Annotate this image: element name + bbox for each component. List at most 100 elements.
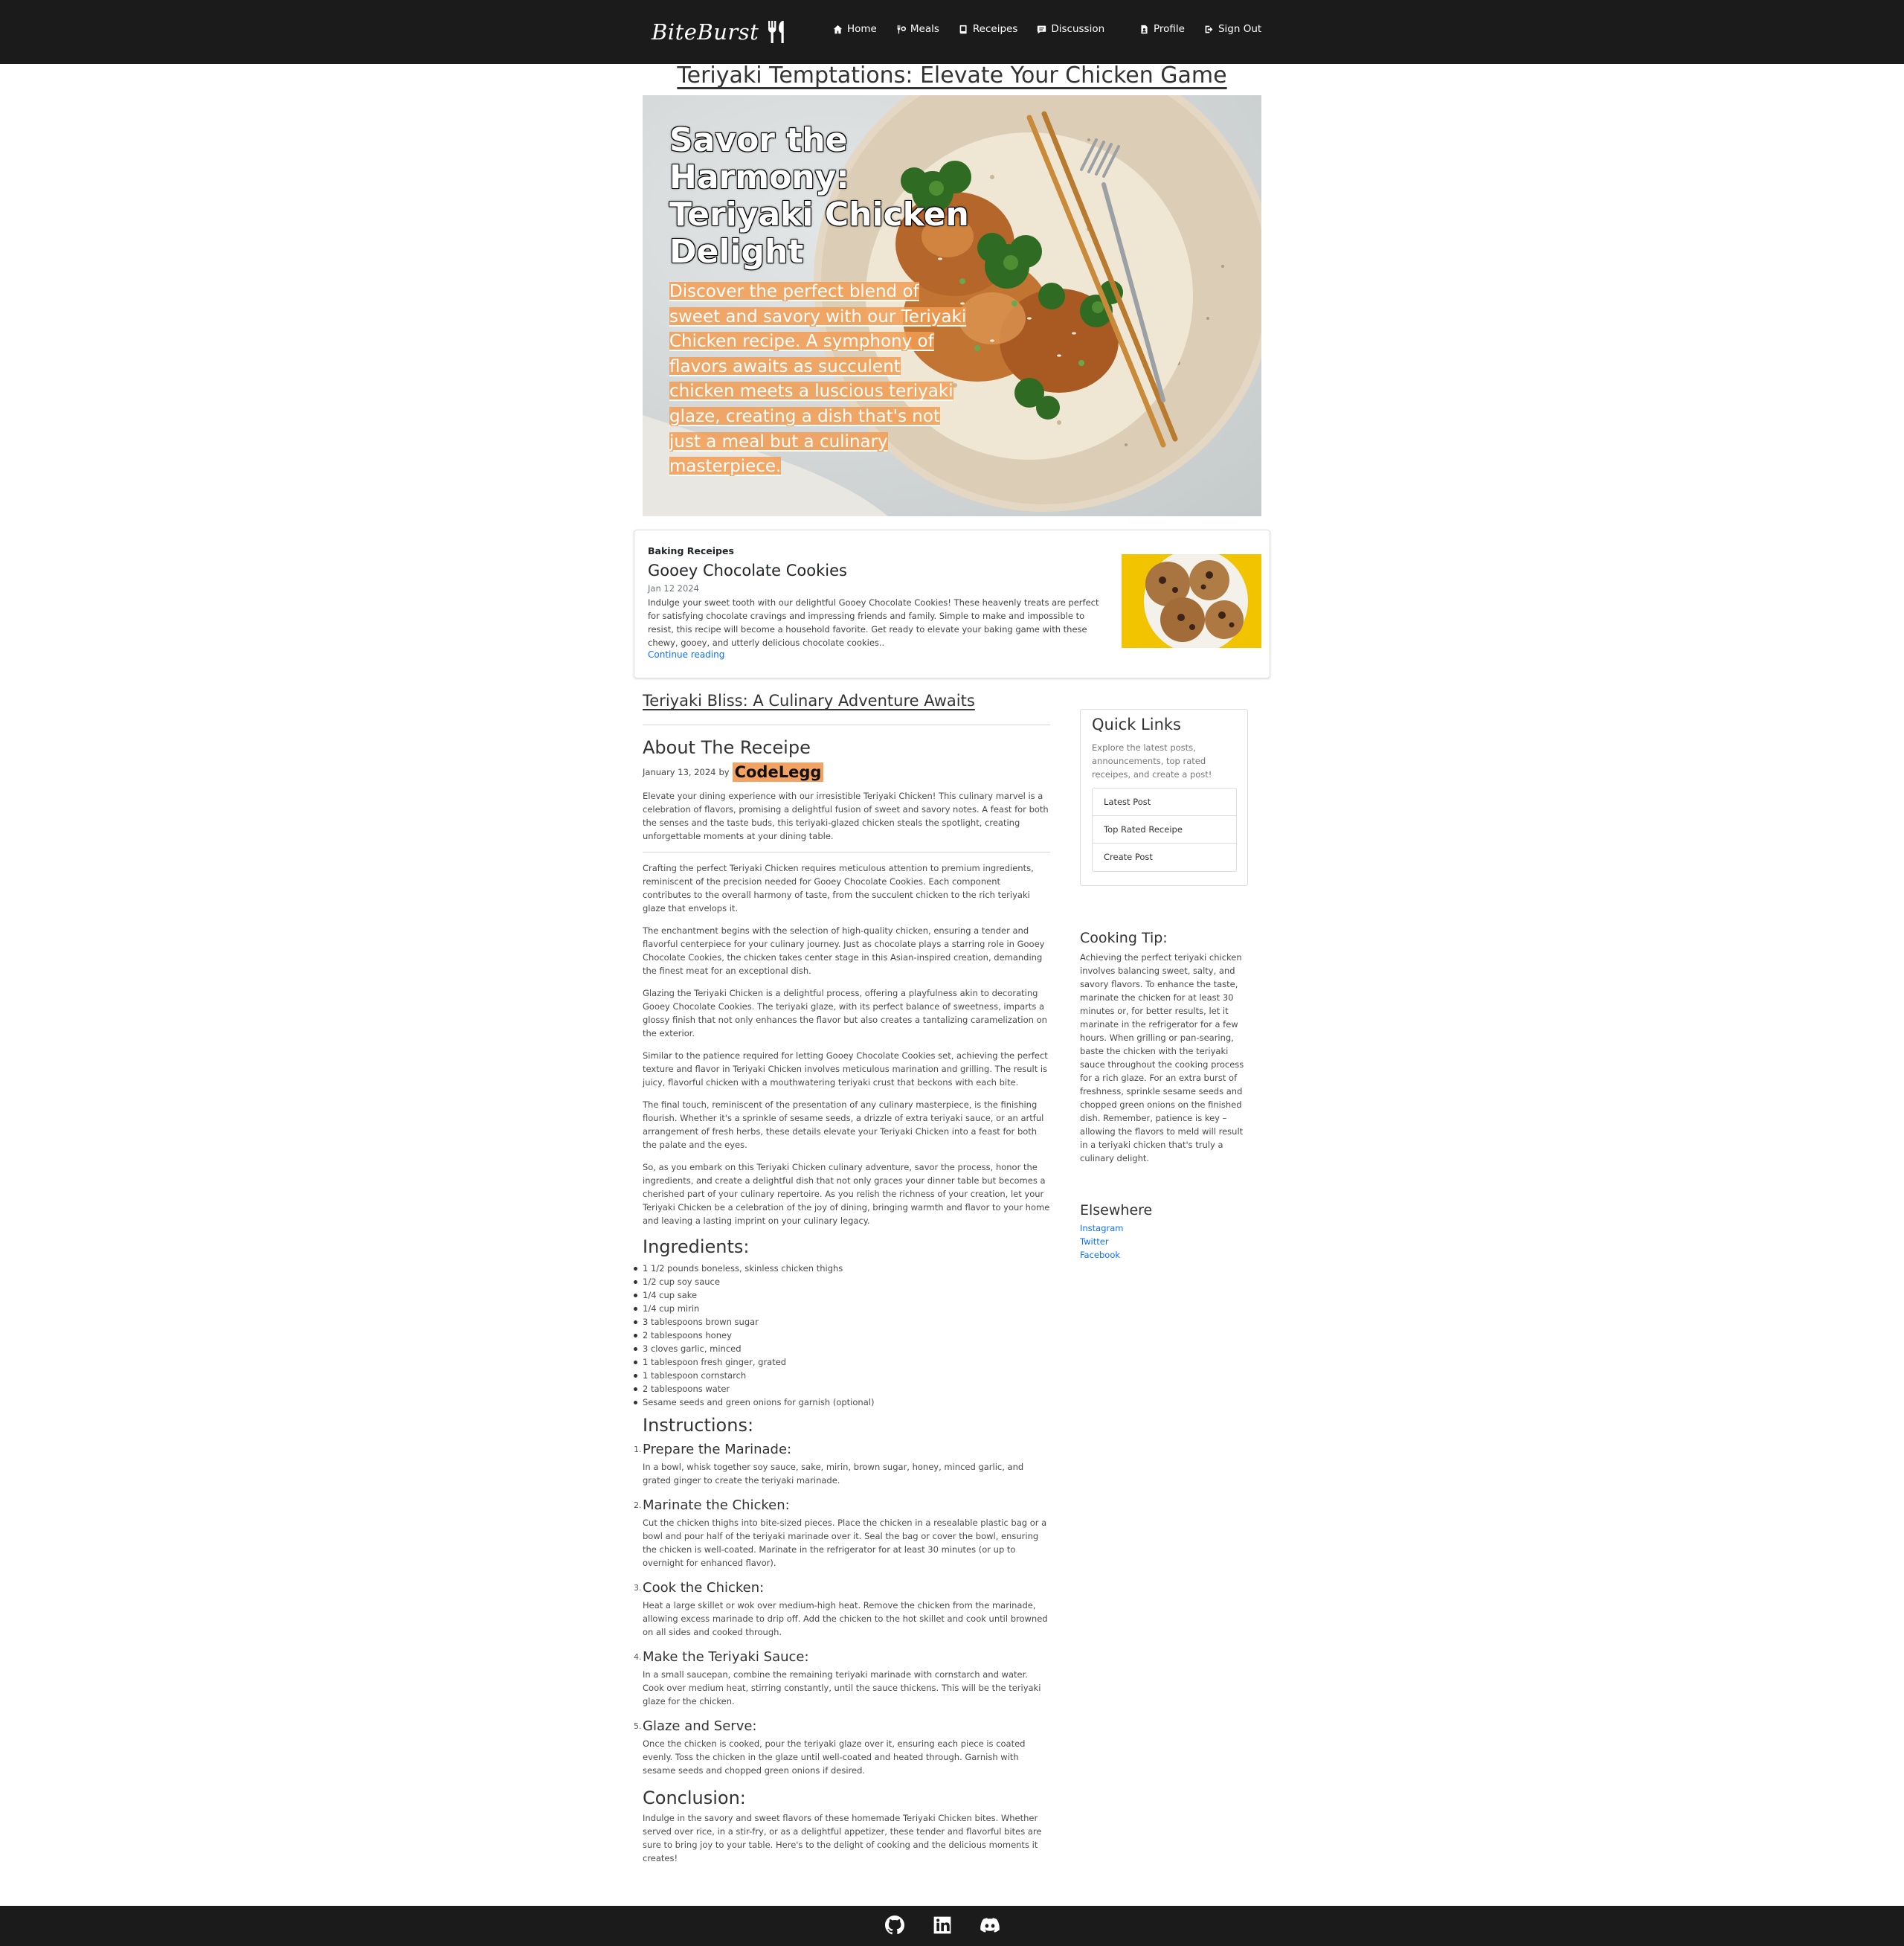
paragraph: Similar to the patience required for let… xyxy=(643,1050,1048,1088)
instruction-step: 4. Make the Teriyaki Sauce: In a small s… xyxy=(634,1649,1050,1708)
cooking-tip-title: Cooking Tip: xyxy=(1080,930,1168,946)
ingredient-item: 3 cloves garlic, minced xyxy=(634,1342,1050,1355)
instructions-heading: Instructions: xyxy=(643,1415,754,1436)
instruction-step: 3. Cook the Chicken: Heat a large skille… xyxy=(634,1580,1050,1639)
card-category: Baking Receipes xyxy=(648,545,734,556)
step-number: 2. xyxy=(634,1500,642,1510)
book-icon xyxy=(959,25,967,33)
page-title: Teriyaki Temptations: Elevate Your Chick… xyxy=(677,62,1227,89)
instruction-step: 2. Marinate the Chicken: Cut the chicken… xyxy=(634,1497,1050,1570)
quick-link-create-post[interactable]: Create Post xyxy=(1093,844,1236,871)
cooking-tip-text: Achieving the perfect teriyaki chicken i… xyxy=(1080,952,1244,1163)
cooking-tip: Cooking Tip: Achieving the perfect teriy… xyxy=(1080,930,1250,1165)
step-text: Cut the chicken thighs into bite-sized p… xyxy=(643,1518,1047,1568)
linkedin-icon[interactable] xyxy=(933,1916,952,1935)
step-title: Cook the Chicken: xyxy=(643,1580,765,1596)
instagram-link[interactable]: Instagram xyxy=(1080,1221,1250,1235)
hero-description-text: Discover the perfect blend of sweet and … xyxy=(669,282,967,477)
paragraph: The enchantment begins with the selectio… xyxy=(643,925,1045,976)
nav-discussion[interactable]: Discussion xyxy=(1037,23,1104,35)
ingredients-list: 1 1/2 pounds boneless, skinless chicken … xyxy=(634,1262,1050,1409)
home-icon xyxy=(833,25,843,33)
paragraph: Glazing the Teriyaki Chicken is a deligh… xyxy=(643,988,1047,1038)
step-number: 5. xyxy=(634,1721,642,1731)
paragraph: So, as you embark on this Teriyaki Chick… xyxy=(643,1162,1050,1226)
nav-profile[interactable]: Profile xyxy=(1139,23,1185,35)
nav-discussion-label: Discussion xyxy=(1051,23,1105,35)
github-icon[interactable] xyxy=(885,1916,904,1935)
nav-sign-out[interactable]: Sign Out xyxy=(1204,23,1261,35)
ingredient-item: Sesame seeds and green onions for garnis… xyxy=(634,1396,1050,1409)
ingredient-item: 1 tablespoon fresh ginger, grated xyxy=(634,1355,1050,1369)
ingredient-item: 1 tablespoon cornstarch xyxy=(634,1369,1050,1382)
step-number: 1. xyxy=(634,1445,642,1454)
step-text: In a small saucepan, combine the remaini… xyxy=(643,1669,1041,1706)
step-title: Prepare the Marinade: xyxy=(643,1442,792,1457)
chocolate-cookies-image xyxy=(1122,554,1261,648)
byline: January 13, 2024 by CodeLegg xyxy=(643,762,1050,782)
step-title: Make the Teriyaki Sauce: xyxy=(643,1649,809,1665)
conclusion-text: Indulge in the savory and sweet flavors … xyxy=(643,1813,1042,1863)
twitter-link[interactable]: Twitter xyxy=(1080,1235,1250,1248)
fork-knife-icon xyxy=(768,21,784,43)
elsewhere-title: Elsewhere xyxy=(1080,1202,1153,1218)
brand[interactable]: BiteBurst xyxy=(652,13,788,51)
ingredients-heading: Ingredients: xyxy=(643,1236,750,1257)
author-badge[interactable]: CodeLegg xyxy=(732,762,824,782)
card-title: Gooey Chocolate Cookies xyxy=(648,562,847,579)
nav-meals-label: Meals xyxy=(910,23,939,35)
card-date: Jan 12 2024 xyxy=(648,583,699,594)
quick-link-latest-post[interactable]: Latest Post xyxy=(1093,789,1236,816)
step-title: Glaze and Serve: xyxy=(643,1718,757,1734)
hero-description: Discover the perfect blend of sweet and … xyxy=(669,280,967,480)
featured-post-card: Baking Receipes Gooey Chocolate Cookies … xyxy=(634,530,1270,678)
hero-banner: Savor the Harmony: Teriyaki Chicken Deli… xyxy=(643,95,1261,516)
instruction-step: 5. Glaze and Serve: Once the chicken is … xyxy=(634,1718,1050,1777)
card-excerpt: Indulge your sweet tooth with our deligh… xyxy=(648,597,1099,648)
footer xyxy=(0,1906,1904,1946)
intro-paragraph: Elevate your dining experience with our … xyxy=(643,791,1049,841)
nav-profile-label: Profile xyxy=(1154,23,1185,35)
nav-sign-out-label: Sign Out xyxy=(1218,23,1262,35)
step-text: Once the chicken is cooked, pour the ter… xyxy=(643,1738,1026,1776)
continue-reading-link[interactable]: Continue reading xyxy=(648,649,724,660)
by-label: by xyxy=(718,767,730,777)
ingredient-item: 1 1/2 pounds boneless, skinless chicken … xyxy=(634,1262,1050,1275)
quick-links-list: Latest Post Top Rated Receipe Create Pos… xyxy=(1092,788,1237,872)
nav-home-label: Home xyxy=(847,23,877,35)
step-number: 4. xyxy=(634,1652,642,1662)
about-heading: About The Receipe xyxy=(643,737,811,758)
quick-links-panel: Quick Links Explore the latest posts, an… xyxy=(1080,709,1248,886)
step-title: Marinate the Chicken: xyxy=(643,1497,790,1513)
nav-meals[interactable]: Meals xyxy=(896,23,939,35)
ingredient-item: 1/2 cup soy sauce xyxy=(634,1275,1050,1288)
step-number: 3. xyxy=(634,1583,642,1593)
step-text: Heat a large skillet or wok over medium-… xyxy=(643,1600,1048,1637)
nav-receipes-label: Receipes xyxy=(972,23,1018,35)
paragraph: The final touch, reminiscent of the pres… xyxy=(643,1099,1044,1150)
quick-link-top-rated[interactable]: Top Rated Receipe xyxy=(1093,816,1236,844)
meals-icon xyxy=(897,25,906,33)
ingredient-item: 1/4 cup sake xyxy=(634,1288,1050,1302)
elsewhere-section: Elsewhere Instagram Twitter Facebook xyxy=(1080,1202,1250,1262)
ingredient-item: 3 tablespoons brown sugar xyxy=(634,1315,1050,1329)
quick-links-title: Quick Links xyxy=(1092,716,1182,733)
article: Teriyaki Bliss: A Culinary Adventure Awa… xyxy=(634,692,1050,1865)
step-text: In a bowl, whisk together soy sauce, sak… xyxy=(643,1462,1024,1486)
facebook-link[interactable]: Facebook xyxy=(1080,1248,1250,1262)
quick-links-description: Explore the latest posts, announcements,… xyxy=(1092,742,1212,780)
instructions-list: 1. Prepare the Marinade: In a bowl, whis… xyxy=(634,1442,1050,1777)
profile-icon xyxy=(1141,25,1148,33)
hero-heading: Savor the Harmony: Teriyaki Chicken Deli… xyxy=(669,121,969,271)
ingredient-item: 2 tablespoons water xyxy=(634,1382,1050,1396)
discord-icon[interactable] xyxy=(980,1916,1000,1935)
sign-out-icon xyxy=(1205,25,1213,33)
nav-receipes[interactable]: Receipes xyxy=(959,23,1017,35)
section-title[interactable]: Teriyaki Bliss: A Culinary Adventure Awa… xyxy=(643,692,1050,710)
chat-icon xyxy=(1038,25,1046,33)
ingredient-item: 1/4 cup mirin xyxy=(634,1302,1050,1315)
post-date: January 13, 2024 xyxy=(643,767,716,777)
brand-name[interactable]: BiteBurst xyxy=(652,19,759,45)
nav-home[interactable]: Home xyxy=(833,23,877,35)
paragraph: Crafting the perfect Teriyaki Chicken re… xyxy=(643,863,1034,913)
